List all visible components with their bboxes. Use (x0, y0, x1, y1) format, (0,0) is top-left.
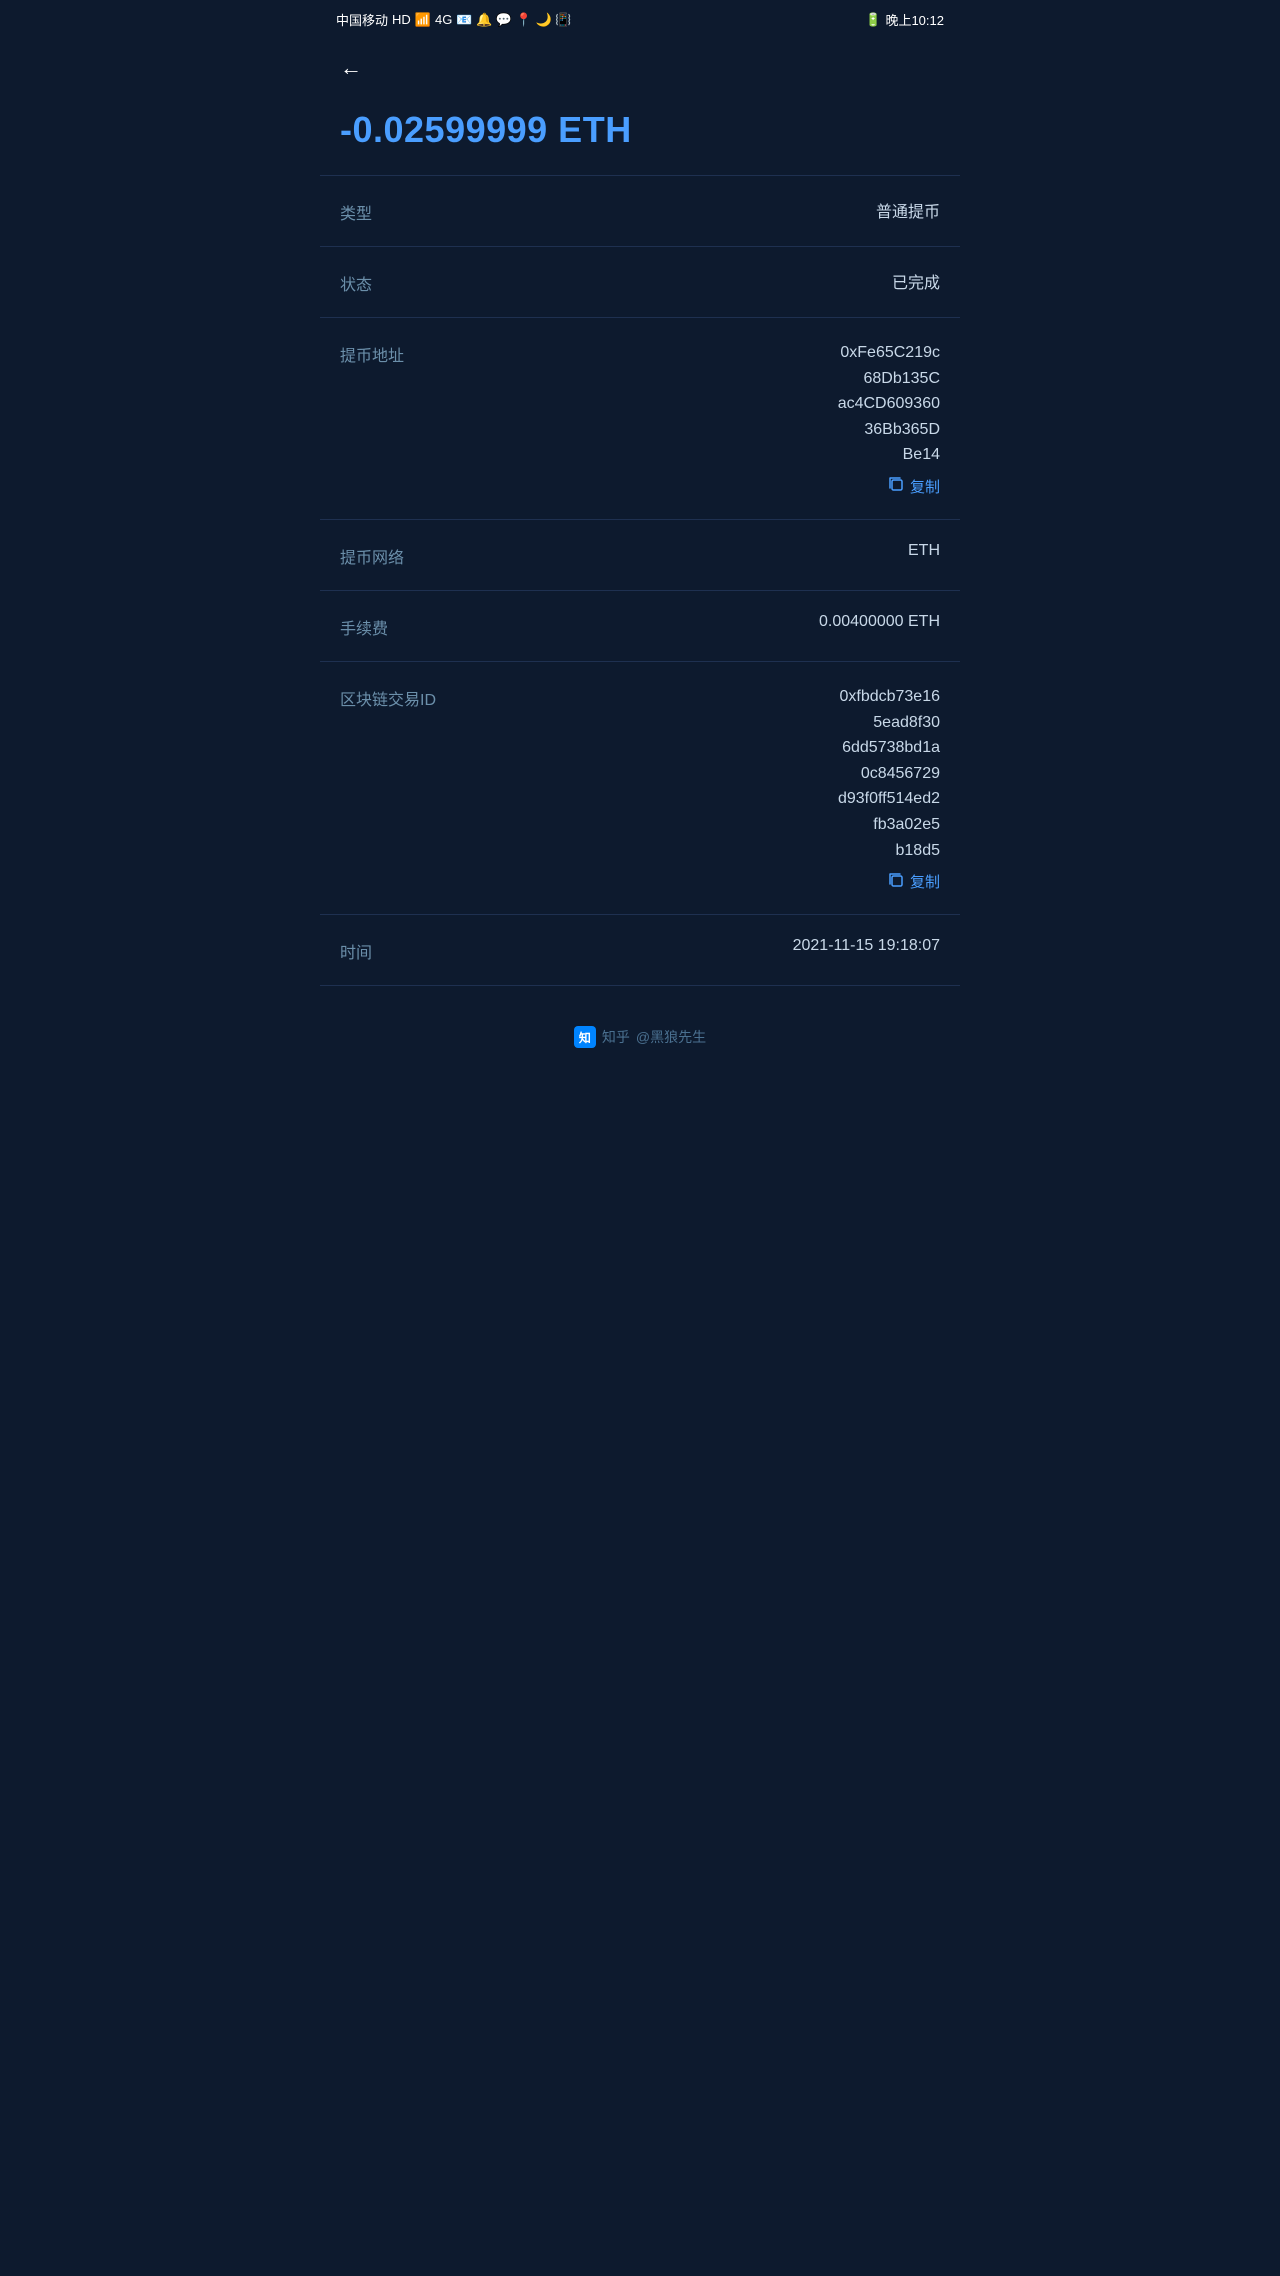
signal-strength: 📶 (415, 12, 431, 28)
detail-rows-container: 类型 普通提币状态 已完成提币地址 0xFe65C219c68Db135C ac4CD… (320, 176, 960, 986)
detail-row: 类型 普通提币 (320, 176, 960, 247)
copy-icon (888, 872, 904, 892)
detail-label: 状态 (340, 269, 420, 295)
detail-row: 时间 2021-11-15 19:18:07 (320, 915, 960, 986)
amount-section: -0.02599999 ETH (320, 89, 960, 176)
detail-row: 状态 已完成 (320, 247, 960, 318)
detail-label: 提币地址 (340, 340, 420, 366)
detail-label: 时间 (340, 937, 420, 963)
status-right: 🔋 晚上10:12 (865, 10, 944, 29)
detail-row: 提币地址 0xFe65C219c68Db135C ac4CD60936036Bb3… (320, 318, 960, 520)
time-display: 晚上10:12 (885, 10, 944, 29)
detail-value: 2021-11-15 19:18:07 (793, 937, 940, 955)
copy-label: 复制 (910, 871, 940, 892)
detail-label: 区块链交易ID (340, 684, 436, 710)
copy-button[interactable]: 复制 (888, 476, 940, 497)
footer-username: @黑狼先生 (636, 1027, 706, 1047)
back-arrow-icon: ← (340, 55, 362, 80)
detail-row: 手续费 0.00400000 ETH (320, 591, 960, 662)
address-container: 0xfbdcb73e165ead8f30 6dd5738bd1a0c845672… (763, 684, 940, 892)
detail-row: 区块链交易ID 0xfbdcb73e165ead8f30 6dd5738bd1a0… (320, 662, 960, 915)
status-left: 中国移动 HD 📶 4G 📧 🔔 💬 📍 🌙 📳 (336, 10, 572, 29)
battery-icon: 🔋 (865, 12, 881, 28)
app-icons: 📧 🔔 💬 📍 🌙 📳 (456, 12, 571, 28)
detail-value: 普通提币 (876, 198, 940, 222)
address-container: 0xFe65C219c68Db135C ac4CD60936036Bb365D … (762, 340, 940, 497)
signal-type: 4G (435, 12, 452, 27)
address-value: 0xfbdcb73e165ead8f30 6dd5738bd1a0c845672… (834, 684, 940, 863)
transaction-amount: -0.02599999 ETH (340, 109, 940, 151)
zhihu-icon: 知 (574, 1026, 596, 1048)
copy-icon (888, 476, 904, 496)
detail-label: 提币网络 (340, 542, 420, 568)
footer-platform: 知乎 (602, 1027, 630, 1047)
copy-label: 复制 (910, 476, 940, 497)
detail-label: 类型 (340, 198, 420, 224)
copy-button[interactable]: 复制 (888, 871, 940, 892)
carrier-text: 中国移动 (336, 10, 388, 29)
detail-row: 提币网络 ETH (320, 520, 960, 591)
footer: 知 知乎 @黑狼先生 (320, 986, 960, 1068)
back-button[interactable]: ← (320, 39, 960, 89)
address-value: 0xFe65C219c68Db135C ac4CD60936036Bb365D … (833, 340, 940, 468)
detail-value: 已完成 (892, 269, 940, 293)
detail-value: ETH (908, 542, 940, 560)
detail-value: 0.00400000 ETH (819, 613, 940, 631)
detail-label: 手续费 (340, 613, 420, 639)
hd-badge: HD (392, 12, 411, 27)
footer-brand: 知 知乎 @黑狼先生 (340, 1026, 940, 1048)
status-bar: 中国移动 HD 📶 4G 📧 🔔 💬 📍 🌙 📳 🔋 晚上10:12 (320, 0, 960, 39)
